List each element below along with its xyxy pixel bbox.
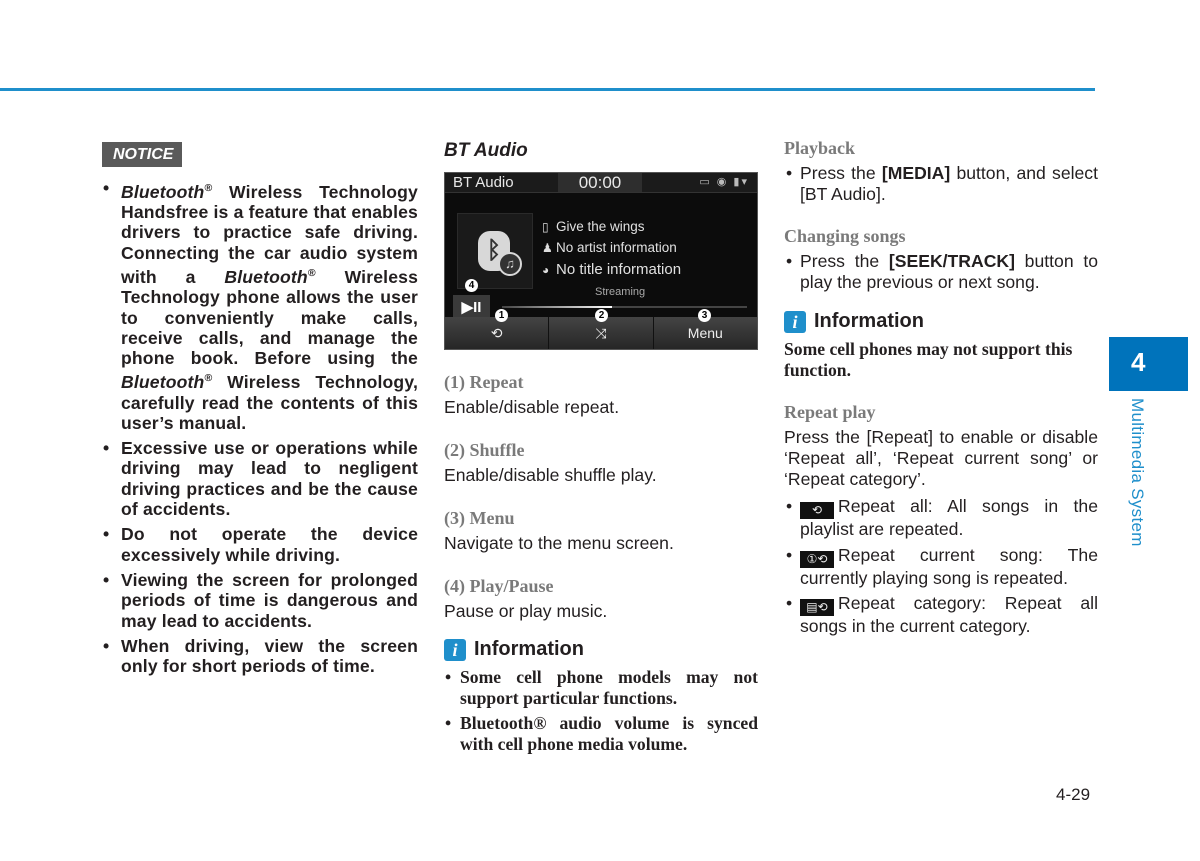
track-title: ◕ No title information [542, 261, 682, 278]
repeat-play-text: Press the [Repeat] to enable or disable … [784, 427, 1098, 489]
notice-item: Viewing the screen for prolonged periods… [102, 570, 418, 631]
progress-fill [502, 306, 613, 308]
chapter-label: Multimedia System [1128, 398, 1147, 547]
right-column: Playback Press the [MEDIA] button, and s… [784, 138, 1098, 642]
info-heading: i Information [784, 310, 1098, 333]
notice-item: Do not operate the device excessively wh… [102, 524, 418, 565]
header-rule [0, 88, 1095, 91]
repeat-modes-list: ⟲Repeat all: All songs in the playlist a… [784, 496, 1098, 637]
notice-item: Excessive use or operations while drivin… [102, 438, 418, 519]
list-item: ⟲Repeat all: All songs in the playlist a… [784, 496, 1098, 540]
notice-column: NOTICE Bluetooth® Wireless Technology Ha… [102, 138, 418, 681]
playback-list: Press the [MEDIA] button, and select [BT… [784, 163, 1098, 204]
playback-heading: Playback [784, 138, 856, 158]
disc-icon: ◕ [542, 263, 550, 277]
callout-4: 4 [465, 279, 478, 292]
album-art: ᛒ ♫ [457, 213, 533, 289]
section-repeat: (1) Repeat Enable/disable repeat. [444, 372, 620, 417]
phone-icon: ▯ [542, 220, 549, 234]
info-icon: i [444, 638, 466, 661]
section-menu: (3) Menu Navigate to the menu screen. [444, 508, 674, 553]
callout-3: 3 [698, 309, 711, 322]
chapter-tab[interactable]: 4 [1109, 337, 1188, 391]
section-play-pause: (4) Play/Pause Pause or play music. [444, 576, 608, 621]
callout-1: 1 [495, 309, 508, 322]
section-heading: BT Audio [444, 140, 528, 161]
repeat-all-icon: ⟲ [800, 502, 834, 519]
repeat-icon: ⟲ [490, 325, 503, 341]
repeat-play-heading: Repeat play [784, 402, 876, 422]
info-text: Some cell phones may not support this fu… [784, 339, 1073, 380]
notice-list: Bluetooth® Wireless Technology Handsfree… [102, 178, 418, 676]
notice-badge: NOTICE [102, 142, 183, 167]
status-icons: ▭ ◉ ▮▾ [699, 176, 749, 188]
music-note-icon: ♫ [498, 252, 522, 276]
bt-audio-column: BT Audio BT Audio 00:00 ▭ ◉ ▮▾ ᛒ ♫ ▯ Give… [444, 138, 758, 759]
changing-songs-heading: Changing songs [784, 226, 906, 246]
track-device: ▯ Give the wings [542, 219, 645, 234]
info-icon: i [784, 310, 806, 333]
info-list: Some cell phone models may not support p… [444, 667, 758, 754]
list-item: ①⟲Repeat current song: The currently pla… [784, 545, 1098, 589]
info-heading: i Information [444, 638, 758, 661]
notice-item: Bluetooth® Wireless Technology Handsfree… [102, 178, 418, 433]
track-artist: ♟ No artist information [542, 240, 677, 255]
list-item: Press the [SEEK/TRACK] button to play th… [784, 251, 1098, 292]
info-item: Some cell phone models may not support p… [444, 667, 758, 708]
bt-audio-screen: BT Audio 00:00 ▭ ◉ ▮▾ ᛒ ♫ ▯ Give the wing… [444, 172, 758, 350]
repeat-category-icon: ▤⟲ [800, 599, 834, 616]
page-number: 4-29 [1056, 785, 1091, 804]
progress-bar[interactable] [502, 306, 747, 308]
shuffle-icon: ⤨ [595, 325, 607, 341]
notice-item: When driving, view the screen only for s… [102, 636, 418, 677]
list-item: ▤⟲Repeat category: Repeat all songs in t… [784, 593, 1098, 637]
screen-status-bar: BT Audio 00:00 ▭ ◉ ▮▾ [445, 173, 757, 193]
list-item: Press the [MEDIA] button, and select [BT… [784, 163, 1098, 204]
streaming-label: Streaming [595, 286, 646, 298]
person-icon: ♟ [542, 241, 553, 255]
info-item: Bluetooth® audio volume is synced with c… [444, 713, 758, 754]
screen-title: BT Audio [453, 174, 514, 191]
changing-list: Press the [SEEK/TRACK] button to play th… [784, 251, 1098, 292]
section-shuffle: (2) Shuffle Enable/disable shuffle play. [444, 440, 657, 485]
repeat-one-icon: ①⟲ [800, 550, 834, 568]
callout-2: 2 [595, 309, 608, 322]
repeat-button[interactable]: ⟲ [445, 317, 550, 349]
screen-time: 00:00 [558, 173, 642, 192]
